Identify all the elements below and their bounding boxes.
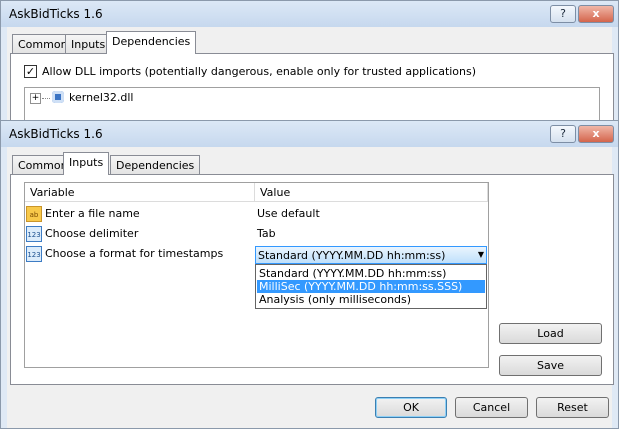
timestamp-format-dropdown: Standard (YYYY.MM.DD hh:mm:ss) MilliSec … — [255, 264, 487, 309]
inputs-table: Variable Value ab Enter a file name Use … — [24, 182, 489, 368]
select-current-value: Standard (YYYY.MM.DD hh:mm:ss) — [258, 249, 446, 262]
number-type-icon: 123 — [26, 246, 42, 262]
back-dialog: AskBidTicks 1.6 ? x Common Inputs Depend… — [0, 0, 619, 139]
back-close-button[interactable]: x — [578, 5, 614, 23]
table-row[interactable]: 123 Choose delimiter Tab — [25, 224, 488, 244]
tree-expand-icon[interactable]: + — [30, 93, 41, 104]
back-titlebar: AskBidTicks 1.6 ? x — [1, 1, 618, 27]
front-dialog: AskBidTicks 1.6 ? x Common Inputs Depend… — [0, 120, 619, 429]
back-tab-inputs[interactable]: Inputs — [65, 34, 112, 54]
front-client-area: Common Inputs Dependencies Variable Valu… — [7, 147, 614, 428]
row-value[interactable]: Use default — [255, 204, 488, 224]
row-variable: Choose delimiter — [45, 227, 139, 240]
row-value[interactable]: Tab — [255, 224, 488, 244]
column-header-variable[interactable]: Variable — [25, 183, 255, 202]
string-type-icon: ab — [26, 206, 42, 222]
front-help-button[interactable]: ? — [550, 125, 576, 143]
row-variable: Enter a file name — [45, 207, 140, 220]
ok-button[interactable]: OK — [375, 397, 447, 418]
dropdown-option-selected[interactable]: MilliSec (YYYY.MM.DD hh:mm:ss.SSS) — [257, 280, 485, 293]
tab-dependencies[interactable]: Dependencies — [110, 155, 201, 175]
gear-icon — [52, 91, 64, 103]
chevron-down-icon[interactable]: ▼ — [478, 250, 484, 259]
cancel-button[interactable]: Cancel — [455, 397, 528, 418]
table-row[interactable]: ab Enter a file name Use default — [25, 204, 488, 224]
back-tab-dependencies[interactable]: Dependencies — [106, 31, 197, 54]
reset-button[interactable]: Reset — [536, 397, 609, 418]
dropdown-option[interactable]: Standard (YYYY.MM.DD hh:mm:ss) — [257, 267, 485, 280]
table-row[interactable]: 123 Choose a format for timestamps Stand… — [25, 244, 488, 264]
column-header-value[interactable]: Value — [255, 183, 488, 202]
number-type-icon: 123 — [26, 226, 42, 242]
save-button[interactable]: Save — [499, 355, 602, 376]
tab-inputs[interactable]: Inputs — [63, 152, 110, 175]
back-help-button[interactable]: ? — [550, 5, 576, 23]
inputs-panel: Variable Value ab Enter a file name Use … — [10, 174, 614, 385]
front-titlebar: AskBidTicks 1.6 ? x — [1, 121, 618, 147]
allow-dll-label: Allow DLL imports (potentially dangerous… — [42, 65, 477, 78]
load-button[interactable]: Load — [499, 323, 602, 344]
timestamp-format-select[interactable]: Standard (YYYY.MM.DD hh:mm:ss) ▼ — [255, 246, 487, 264]
row-variable: Choose a format for timestamps — [45, 247, 224, 260]
tree-item-kernel32[interactable]: kernel32.dll — [69, 91, 133, 104]
front-window-title: AskBidTicks 1.6 — [9, 127, 103, 141]
allow-dll-checkbox[interactable]: ✓ — [24, 65, 37, 78]
tree-connector — [42, 98, 50, 99]
front-close-button[interactable]: x — [578, 125, 614, 143]
dropdown-option[interactable]: Analysis (only milliseconds) — [257, 293, 485, 306]
back-client-area: Common Inputs Dependencies ✓ Allow DLL i… — [7, 27, 614, 139]
back-window-title: AskBidTicks 1.6 — [9, 7, 103, 21]
